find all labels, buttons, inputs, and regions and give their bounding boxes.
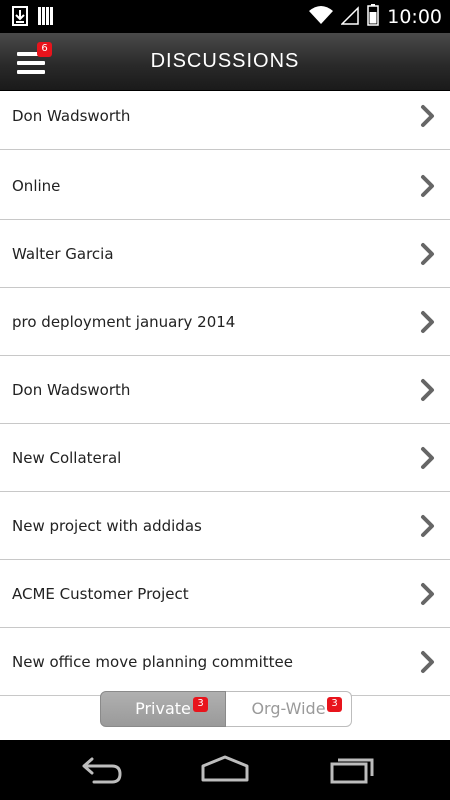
- signal-bars-icon: [38, 6, 54, 30]
- chevron-right-icon: [418, 310, 438, 334]
- visibility-segmented-control: Private Org-Wide 3 3: [100, 691, 352, 727]
- battery-icon: [367, 4, 379, 30]
- segment-org-wide-label: Org-Wide: [251, 699, 326, 718]
- list-item[interactable]: ACME Customer Project: [0, 560, 450, 628]
- chevron-right-icon: [418, 582, 438, 606]
- list-item[interactable]: New Collateral: [0, 424, 450, 492]
- download-icon: [12, 6, 28, 30]
- list-item[interactable]: pro deployment january 2014: [0, 288, 450, 356]
- list-item[interactable]: New office move planning committee: [0, 628, 450, 696]
- chevron-right-icon: [418, 650, 438, 674]
- segment-private-label: Private: [135, 699, 191, 718]
- list-item-label: Walter Garcia: [12, 244, 114, 263]
- private-count-badge: 3: [193, 697, 208, 712]
- recent-apps-icon: [322, 758, 382, 792]
- list-item-label: pro deployment january 2014: [12, 312, 236, 331]
- page-title: DISCUSSIONS: [150, 50, 300, 72]
- wifi-icon: [309, 5, 334, 29]
- discussion-list: Don Wadsworth Online Walter Garcia pro d…: [0, 91, 450, 740]
- list-item[interactable]: Online: [0, 152, 450, 220]
- chevron-right-icon: [418, 242, 438, 266]
- cell-signal-icon: [340, 5, 359, 29]
- home-button[interactable]: [195, 752, 255, 788]
- chevron-right-icon: [418, 378, 438, 402]
- status-bar: 10:00: [0, 0, 450, 33]
- list-item-label: Online: [12, 176, 61, 195]
- back-button[interactable]: [70, 752, 130, 788]
- list-item[interactable]: New project with addidas: [0, 492, 450, 560]
- list-item[interactable]: Walter Garcia: [0, 220, 450, 288]
- list-item-label: New project with addidas: [12, 516, 202, 535]
- app-header: 6 DISCUSSIONS: [0, 33, 450, 91]
- list-item-label: New Collateral: [12, 448, 122, 467]
- list-item-label: New office move planning committee: [12, 652, 293, 671]
- list-item-label: Don Wadsworth: [12, 106, 131, 125]
- list-item[interactable]: Don Wadsworth: [0, 356, 450, 424]
- home-icon: [195, 755, 255, 792]
- org-wide-count-badge: 3: [327, 697, 342, 712]
- chevron-right-icon: [418, 174, 438, 198]
- chevron-right-icon: [418, 514, 438, 538]
- recent-apps-button[interactable]: [322, 752, 382, 788]
- list-item[interactable]: Don Wadsworth: [0, 91, 450, 150]
- status-time: 10:00: [387, 6, 442, 28]
- back-icon: [70, 757, 130, 792]
- chevron-right-icon: [418, 104, 438, 128]
- navigation-bar: [0, 740, 450, 800]
- chevron-right-icon: [418, 446, 438, 470]
- list-item-label: ACME Customer Project: [12, 584, 189, 603]
- list-item-label: Don Wadsworth: [12, 380, 131, 399]
